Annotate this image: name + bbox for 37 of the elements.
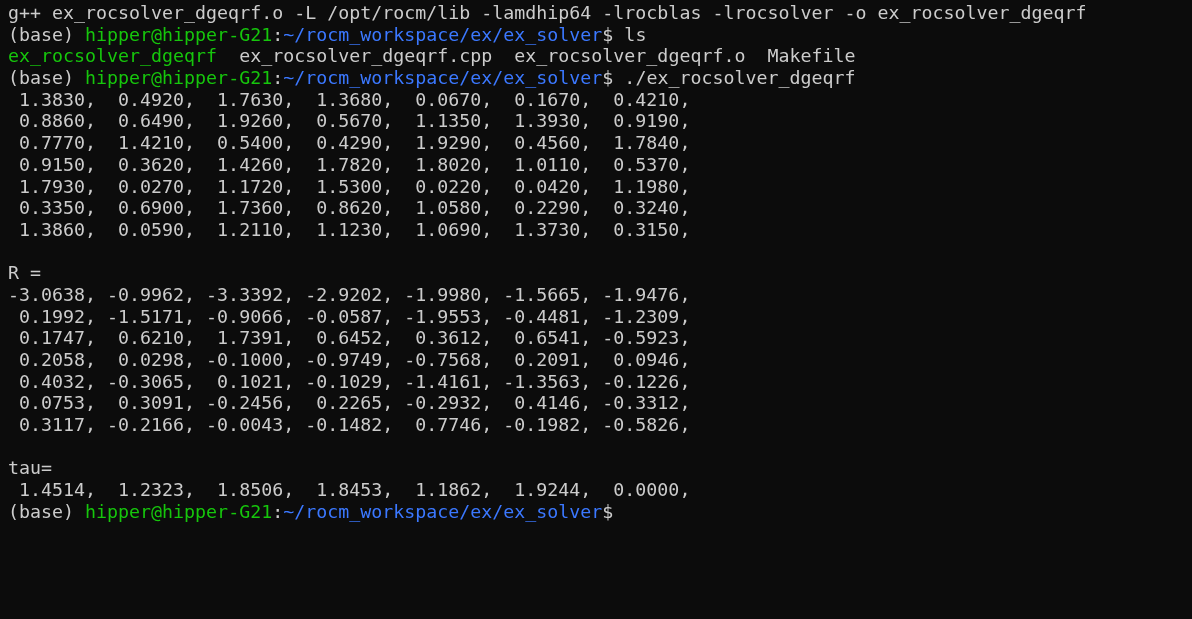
executable-name: ex_rocsolver_dgeqrf bbox=[8, 45, 218, 68]
terminal-text: 0.9150, 0.3620, 1.4260, 1.7820, 1.8020, 1.0110, 0.5370, bbox=[18, 153, 691, 176]
terminal-text: ex_rocsolver_dgeqrf.cpp bbox=[238, 45, 493, 68]
terminal-text: $ ls bbox=[602, 23, 647, 46]
terminal-text: : bbox=[272, 67, 284, 89]
prompt-user: hipper@hipper-G21 bbox=[85, 23, 273, 46]
terminal-text: 0.3350, 0.6900, 1.7360, 0.8620, 1.0580, 0.2290, 0.3240, bbox=[18, 197, 691, 219]
terminal-text: : bbox=[272, 23, 284, 46]
prompt-path: ~/rocm_workspace/ex/ex_solver bbox=[283, 500, 603, 523]
terminal-text: 0.4032, -0.3065, 0.1021, -0.1029, -1.4161, -1.3563, -0.1226, bbox=[18, 370, 691, 393]
terminal-text: 0.1992, -1.5171, -0.9066, -0.0587, -1.9553, -0.4481, -1.2309, bbox=[18, 305, 691, 328]
terminal-text: 0.1747, 0.6210, 1.7391, 0.6452, 0.3612, 0.6541, -0.5923, bbox=[18, 327, 691, 349]
terminal-text: $ ./ex_rocsolver_dgeqrf bbox=[602, 67, 856, 89]
terminal-text: 0.2058, 0.0298, -0.1000, -0.9749, -0.7568, 0.2091, 0.0946, bbox=[18, 349, 691, 371]
terminal-text: -3.0638, -0.9962, -3.3392, -2.9202, -1.9980, -1.5665, -1.9476, bbox=[8, 283, 691, 306]
terminal-text: 1.7930, 0.0270, 1.1720, 1.5300, 0.0220, 0.0420, 1.1980, bbox=[18, 175, 691, 198]
terminal-text: 1.4514, 1.2323, 1.8506, 1.8453, 1.1862, 1.9244, 0.0000, bbox=[18, 479, 691, 501]
terminal-text: R = bbox=[8, 262, 42, 284]
prompt-path: ~/rocm_workspace/ex/ex_solver bbox=[283, 23, 603, 46]
terminal-text: 0.7770, 1.4210, 0.5400, 0.4290, 1.9290, 0.4560, 1.7840, bbox=[18, 132, 691, 154]
terminal-text: 1.3860, 0.0590, 1.2110, 1.1230, 1.0690, 1.3730, 0.3150, bbox=[18, 218, 691, 241]
terminal-text: 0.8860, 0.6490, 1.9260, 0.5670, 1.1350, 1.3930, 0.9190, bbox=[18, 110, 691, 133]
terminal-text: $ bbox=[602, 500, 614, 523]
prompt-user: hipper@hipper-G21 bbox=[85, 67, 273, 89]
terminal-text: tau= bbox=[8, 457, 53, 480]
terminal-text: (base) bbox=[8, 23, 76, 46]
terminal-text: 0.0753, 0.3091, -0.2456, 0.2265, -0.2932, 0.4146, -0.3312, bbox=[18, 392, 691, 415]
terminal-text: (base) bbox=[8, 500, 76, 523]
terminal-text: Makefile bbox=[766, 45, 856, 68]
prompt-user: hipper@hipper-G21 bbox=[85, 500, 273, 523]
terminal-text: 1.3830, 0.4920, 1.7630, 1.3680, 0.0670, 0.1670, 0.4210, bbox=[18, 88, 691, 111]
terminal-text: g++ ex_rocsolver_dgeqrf.o -L /opt/rocm/lib -lamdhip64 -lrocblas -lrocsolver -o ex_rocsolver_dgeqrf bbox=[8, 2, 1087, 24]
terminal-text: 0.3117, -0.2166, -0.0043, -0.1482, 0.7746, -0.1982, -0.5826, bbox=[18, 414, 691, 436]
terminal-text: : bbox=[272, 500, 284, 523]
prompt-path: ~/rocm_workspace/ex/ex_solver bbox=[283, 67, 603, 89]
terminal-text: (base) bbox=[8, 67, 76, 89]
terminal-text: ex_rocsolver_dgeqrf.o bbox=[513, 45, 746, 68]
